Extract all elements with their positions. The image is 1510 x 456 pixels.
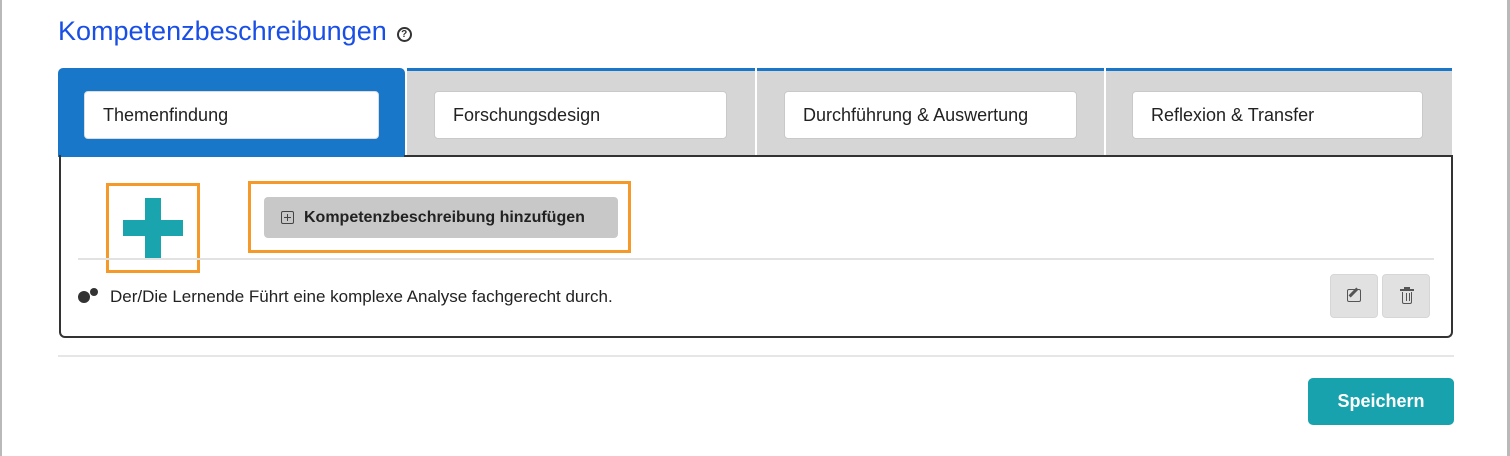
page-title: Kompetenzbeschreibungen xyxy=(58,16,387,46)
edit-icon xyxy=(1347,289,1361,302)
tab-themenfindung[interactable]: Themenfindung xyxy=(58,68,405,157)
tab-durchfuehrung-auswertung[interactable]: Durchführung & Auswertung xyxy=(757,68,1104,157)
footer-divider xyxy=(58,355,1454,357)
window-left-edge xyxy=(0,0,2,456)
plus-square-icon xyxy=(281,211,294,224)
delete-button[interactable] xyxy=(1382,274,1430,318)
competency-text: Der/Die Lernende Führt eine komplexe Ana… xyxy=(110,287,613,306)
page-heading: Kompetenzbeschreibungen ? xyxy=(58,16,412,47)
tab-label-box[interactable]: Themenfindung xyxy=(84,91,379,139)
trash-icon xyxy=(1400,287,1414,304)
add-competency-button[interactable]: Kompetenzbeschreibung hinzufügen xyxy=(264,197,618,238)
tab-forschungsdesign[interactable]: Forschungsdesign xyxy=(407,68,755,157)
tab-reflexion-transfer[interactable]: Reflexion & Transfer xyxy=(1106,68,1452,157)
panel-top-border xyxy=(404,155,1453,157)
tab-label-box[interactable]: Reflexion & Transfer xyxy=(1132,91,1423,139)
edit-button[interactable] xyxy=(1330,274,1378,318)
add-button-highlight-box: Kompetenzbeschreibung hinzufügen xyxy=(248,181,631,253)
tab-label-box[interactable]: Durchführung & Auswertung xyxy=(784,91,1077,139)
divider xyxy=(78,258,1434,260)
tab-label-box[interactable]: Forschungsdesign xyxy=(434,91,727,139)
save-button[interactable]: Speichern xyxy=(1308,378,1454,425)
question-circle-icon[interactable]: ? xyxy=(396,26,412,42)
add-competency-label: Kompetenzbeschreibung hinzufügen xyxy=(304,208,585,226)
list-item: Der/Die Lernende Führt eine komplexe Ana… xyxy=(78,287,613,307)
tab-bar: Themenfindung Forschungsdesign Durchführ… xyxy=(58,68,1452,157)
gears-icon xyxy=(78,288,100,306)
